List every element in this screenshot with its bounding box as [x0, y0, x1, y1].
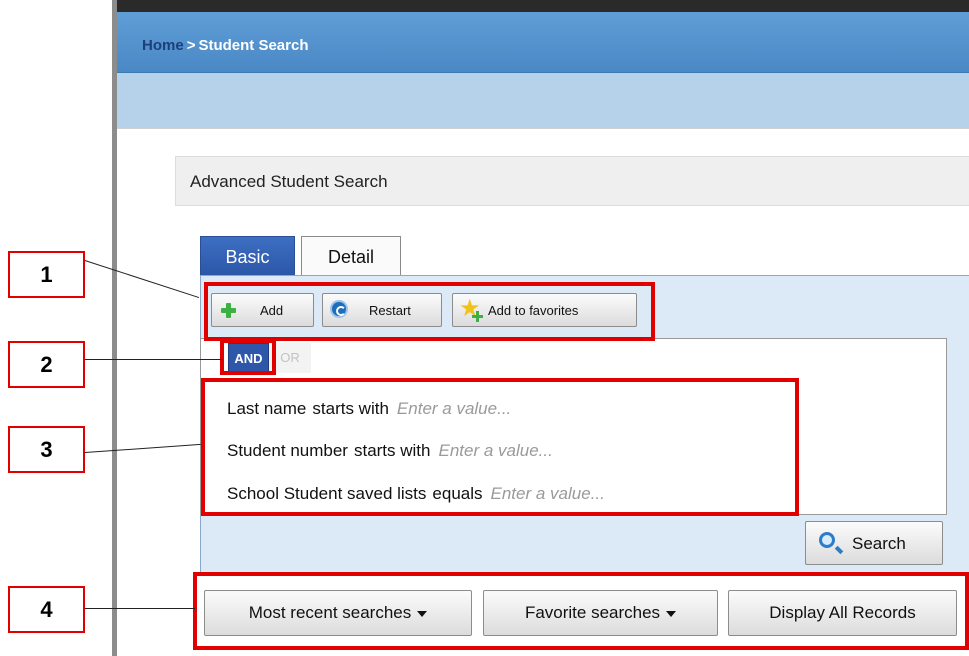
subheader-bar [117, 73, 969, 129]
highlight-box-2 [220, 339, 276, 375]
highlight-box-1 [204, 282, 655, 341]
tab-basic[interactable]: Basic [200, 236, 295, 276]
search-icon [819, 532, 835, 548]
panel-title-bar: Advanced Student Search [175, 156, 969, 206]
highlight-box-3 [201, 378, 799, 516]
annotation-label-1: 1 [8, 251, 85, 298]
annotation-label-4: 4 [8, 586, 85, 633]
annotation-label-2: 2 [8, 341, 85, 388]
annotation-label-3: 3 [8, 426, 85, 473]
breadcrumb: Home > Student Search [142, 37, 308, 54]
tab-detail[interactable]: Detail [301, 236, 401, 276]
leader-line-2 [85, 359, 223, 360]
search-button-label: Search [852, 534, 906, 553]
highlight-box-4 [193, 572, 969, 650]
search-button[interactable]: Search [805, 521, 943, 565]
breadcrumb-separator: > [186, 37, 196, 54]
header-bar: Home > Student Search [117, 12, 969, 73]
leader-line-4 [85, 608, 195, 609]
panel-title: Advanced Student Search [190, 172, 388, 191]
breadcrumb-current: Student Search [198, 37, 309, 54]
top-strip [117, 0, 969, 12]
breadcrumb-home-link[interactable]: Home [142, 37, 184, 54]
